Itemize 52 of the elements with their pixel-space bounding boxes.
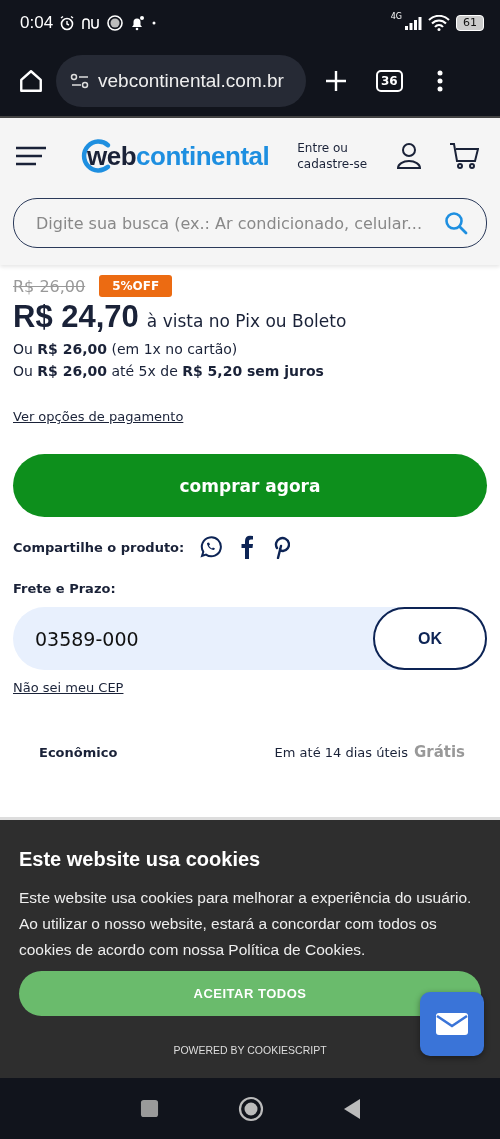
cart-icon[interactable] — [449, 142, 480, 170]
new-tab-icon[interactable] — [324, 68, 348, 93]
facebook-icon[interactable] — [240, 535, 255, 559]
cep-help-link[interactable]: Não sei meu CEP — [13, 680, 124, 695]
home-icon[interactable] — [18, 67, 44, 94]
share-label: Compartilhe o produto: — [13, 539, 185, 555]
cep-field[interactable]: 03589-000 OK — [13, 607, 487, 670]
shipping-label: Frete e Prazo: — [13, 581, 116, 596]
dot-icon — [151, 19, 158, 26]
recents-icon[interactable] — [139, 1099, 159, 1118]
wifi-icon — [428, 14, 450, 31]
ok-button[interactable]: OK — [373, 607, 487, 670]
tab-count-button[interactable]: 36 — [376, 69, 403, 92]
menu-icon[interactable] — [436, 69, 443, 92]
home-button-icon[interactable] — [237, 1095, 264, 1122]
discount-badge: 5%OFF — [99, 275, 173, 297]
bell-icon — [129, 14, 146, 31]
current-price: R$ 24,70 — [13, 299, 139, 335]
buy-button[interactable]: comprar agora — [13, 454, 487, 517]
battery-indicator: 61 — [456, 14, 484, 31]
mail-button[interactable] — [420, 992, 484, 1056]
address-bar[interactable]: vebcontinental.com.br — [56, 54, 306, 107]
cookie-title: Este website usa cookies — [19, 848, 262, 871]
installment-text: Ou R$ 26,00 até 5x de R$ 5,20 sem juros — [13, 363, 324, 379]
search-icon[interactable] — [444, 211, 468, 235]
cookie-text: Este website usa cookies para melhorar a experiência do usuário. Ao utilizar o nosso website, estará a concordar com todos os cookies de acordo com nossa Política de Cookies. — [19, 888, 473, 960]
logo[interactable]: webcontinental — [81, 138, 270, 174]
search-input[interactable]: Digite sua busca (ex.: Ar condicionado, celular... — [34, 212, 444, 234]
old-price: R$ 26,00 — [13, 276, 86, 296]
shipping-cost: Grátis — [413, 743, 465, 761]
notification-icon — [81, 15, 102, 30]
alarm-icon — [59, 14, 76, 31]
pinterest-icon[interactable] — [272, 535, 291, 559]
status-time: 0:04 — [20, 12, 54, 33]
price-note: à vista no Pix ou Boleto — [146, 311, 347, 331]
installment-text: Ou R$ 26,00 (em 1x no cartão) — [13, 341, 238, 357]
signal-icon — [404, 15, 422, 30]
shipping-method: Econômico — [39, 745, 119, 760]
whatsapp-icon[interactable] — [198, 535, 223, 559]
cep-input[interactable]: 03589-000 — [13, 607, 373, 670]
search-field[interactable]: Digite sua busca (ex.: Ar condicionado, celular... — [13, 198, 487, 248]
back-icon[interactable] — [342, 1097, 361, 1120]
delivery-time: Em até 14 dias úteis — [274, 745, 408, 760]
user-icon[interactable] — [395, 142, 424, 170]
payment-options-link[interactable]: Ver opções de pagamento — [13, 409, 184, 424]
network-type: 4G — [390, 12, 402, 21]
mail-icon[interactable] — [436, 1013, 468, 1035]
target-icon — [107, 14, 124, 31]
login-link[interactable]: Entre ou cadastre-se — [297, 140, 376, 172]
menu-icon[interactable] — [15, 146, 47, 166]
powered-by-text: POWERED BY COOKIESCRIPT — [172, 1044, 328, 1056]
site-settings-icon[interactable] — [70, 72, 90, 89]
